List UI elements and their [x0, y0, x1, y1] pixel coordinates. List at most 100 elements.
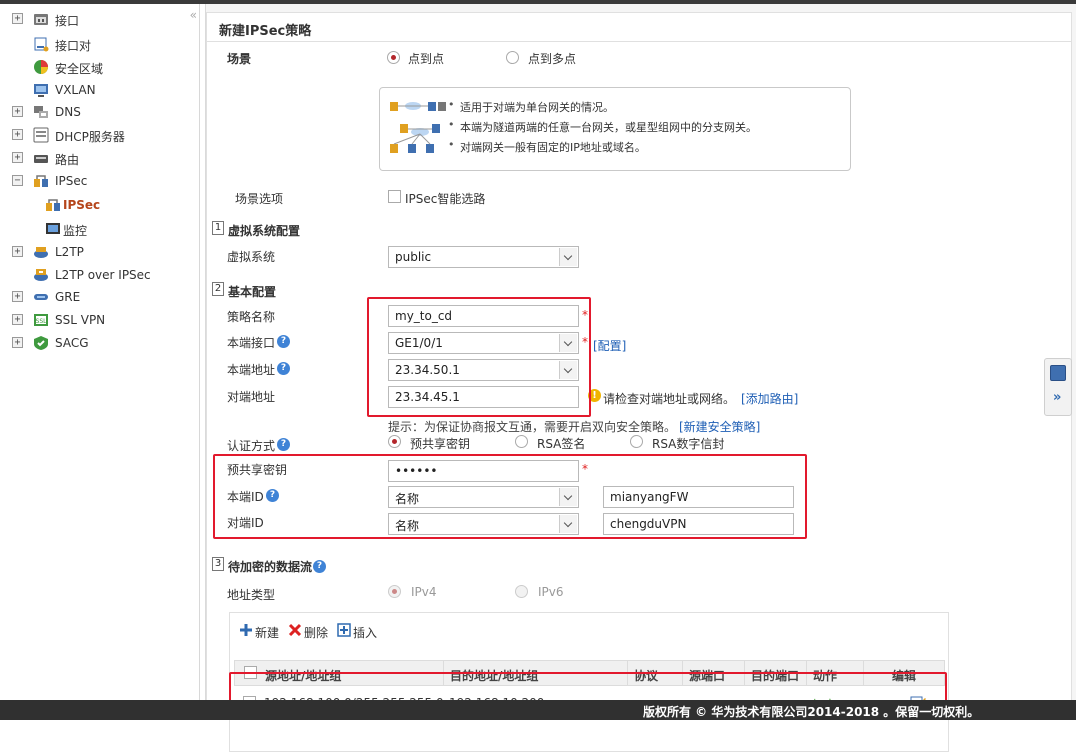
sidebar-item-dns[interactable]: + DNS — [0, 103, 200, 123]
help-icon[interactable]: ? — [277, 335, 290, 348]
auth-rsa-sig-radio[interactable] — [515, 435, 528, 448]
section-number: 3 — [212, 557, 224, 571]
chevron-down-icon[interactable] — [559, 248, 577, 266]
sidebar-item-sacg[interactable]: + SACG — [0, 334, 200, 354]
ipv6-label[interactable]: IPv6 — [538, 585, 564, 599]
smart-route-label[interactable]: IPSec智能选路 — [405, 190, 485, 207]
expand-icon[interactable]: + — [12, 106, 23, 117]
sidebar-item-label: SACG — [55, 336, 89, 350]
sidebar-item-ssl-vpn[interactable]: + SSL SSL VPN — [0, 311, 200, 331]
sidebar-item-label: L2TP — [55, 245, 84, 259]
sidebar-item-security-zone[interactable]: 安全区域 — [0, 58, 200, 78]
panel-toggle-icon[interactable] — [1050, 365, 1066, 381]
help-icon[interactable]: ? — [313, 560, 326, 573]
sidebar-item-label: 监控 — [63, 224, 88, 238]
sidebar-item-l2tp[interactable]: + L2TP — [0, 243, 200, 263]
expand-icon[interactable]: + — [12, 291, 23, 302]
auth-rsa-env-radio[interactable] — [630, 435, 643, 448]
sidebar-item-vxlan[interactable]: VXLAN — [0, 81, 200, 101]
ssl-vpn-icon: SSL — [34, 314, 48, 326]
vsys-label: 虚拟系统 — [227, 250, 276, 264]
security-zone-icon — [34, 60, 48, 74]
plus-icon[interactable] — [239, 623, 253, 637]
section-title: 虚拟系统配置 — [228, 224, 301, 238]
help-icon[interactable]: ? — [277, 362, 290, 375]
sidebar-item-interface-pair[interactable]: 接口对 — [0, 35, 200, 55]
sidebar-item-dhcp[interactable]: + DHCP服务器 — [0, 126, 200, 146]
scenario-p2mp-radio[interactable] — [506, 51, 519, 64]
collapse-icon[interactable]: − — [12, 175, 23, 186]
scenario-p2p-radio[interactable] — [387, 51, 400, 64]
scenario-label: 场景 — [227, 52, 252, 66]
ipv6-radio[interactable] — [515, 585, 528, 598]
delete-button[interactable]: 删除 — [304, 624, 328, 641]
scenario-p2p-label[interactable]: 点到点 — [408, 50, 444, 67]
vxlan-icon — [34, 84, 48, 97]
help-icon[interactable]: ? — [277, 438, 290, 451]
main-panel: 新建IPSec策略 场景 点到点 点到多点 • 适用于对端为单台网关的情况。 •… — [205, 4, 1076, 752]
sidebar-item-interface[interactable]: + 接口 — [0, 10, 200, 30]
sidebar-item-ipsec-policy[interactable]: IPSec — [0, 196, 200, 216]
auth-psk-radio[interactable] — [388, 435, 401, 448]
sidebar-item-label: DHCP服务器 — [55, 130, 125, 144]
interface-icon — [34, 14, 48, 25]
sidebar-nav: « + 接口 接口对 安全区域 VXLAN + DNS + DHCP服务器 + … — [0, 4, 200, 720]
ipsec-sub-icon — [46, 199, 60, 211]
insert-button[interactable]: 插入 — [353, 624, 377, 641]
expand-icon[interactable]: + — [12, 129, 23, 140]
auth-rsa-env-label[interactable]: RSA数字信封 — [652, 435, 724, 452]
highlight-auth-config — [213, 454, 807, 539]
interface-pair-icon — [34, 37, 49, 52]
sidebar-item-route[interactable]: + 路由 — [0, 149, 200, 169]
peer-address-label: 对端地址 — [227, 390, 276, 404]
expand-icon[interactable]: + — [12, 152, 23, 163]
sidebar-item-ipsec[interactable]: − IPSec — [0, 172, 200, 192]
sidebar-item-gre[interactable]: + GRE — [0, 288, 200, 308]
expand-icon[interactable]: + — [12, 314, 23, 325]
expand-icon[interactable]: + — [12, 246, 23, 257]
scenario-options-label: 场景选项 — [235, 192, 284, 206]
right-dock-panel: » — [1044, 358, 1072, 416]
expand-right-icon[interactable]: » — [1053, 390, 1061, 405]
smart-route-checkbox[interactable] — [388, 190, 401, 203]
new-security-policy-link[interactable]: [新建安全策略] — [679, 418, 760, 435]
ipsec-icon — [34, 175, 48, 187]
l2tp-ipsec-icon — [34, 269, 48, 281]
peer-warning-text: 请检查对端地址或网络。 — [603, 392, 736, 406]
scenario-bullet: 适用于对端为单台网关的情况。 — [448, 98, 614, 115]
insert-icon[interactable] — [337, 623, 351, 637]
sidebar-item-label: 接口 — [55, 14, 80, 28]
vsys-select[interactable]: public — [388, 246, 579, 268]
ipv4-radio[interactable] — [388, 585, 401, 598]
expand-icon[interactable]: + — [12, 337, 23, 348]
add-route-link[interactable]: [添加路由] — [741, 390, 798, 407]
sidebar-item-label: SSL VPN — [55, 313, 106, 327]
delete-icon[interactable] — [288, 623, 302, 637]
dhcp-icon — [33, 127, 49, 143]
sidebar-item-label: 路由 — [55, 153, 80, 167]
l2tp-icon — [34, 247, 48, 258]
page-title: 新建IPSec策略 — [219, 24, 312, 39]
sidebar-item-label: DNS — [55, 105, 81, 119]
sidebar-item-monitor[interactable]: 监控 — [0, 220, 200, 240]
sacg-icon — [34, 336, 48, 350]
config-link[interactable]: [配置] — [593, 337, 626, 354]
sidebar-item-label: L2TP over IPSec — [55, 268, 151, 282]
expand-icon[interactable]: + — [12, 13, 23, 24]
ipv4-label[interactable]: IPv4 — [411, 585, 437, 599]
footer: 版权所有 © 华为技术有限公司2014-2018 。保留一切权利。 — [0, 700, 1076, 720]
sidebar-item-label: IPSec — [63, 198, 101, 212]
auth-psk-label[interactable]: 预共享密钥 — [410, 435, 470, 452]
auth-method-label: 认证方式 — [227, 439, 276, 453]
scenario-p2mp-label[interactable]: 点到多点 — [528, 50, 576, 67]
scenario-description-box: 适用于对端为单台网关的情况。 本端为隧道两端的任意一台网关，或星型组网中的分支网… — [379, 87, 851, 171]
scenario-bullet: 对端网关一般有固定的IP地址或域名。 — [448, 138, 646, 155]
dns-icon — [34, 106, 48, 118]
new-button[interactable]: 新建 — [255, 624, 279, 641]
route-icon — [34, 155, 48, 163]
gre-icon — [34, 294, 48, 300]
local-address-label: 本端地址 — [227, 363, 276, 377]
vsys-value: public — [395, 250, 432, 264]
auth-rsa-sig-label[interactable]: RSA签名 — [537, 435, 585, 452]
sidebar-item-l2tp-over-ipsec[interactable]: L2TP over IPSec — [0, 266, 200, 286]
